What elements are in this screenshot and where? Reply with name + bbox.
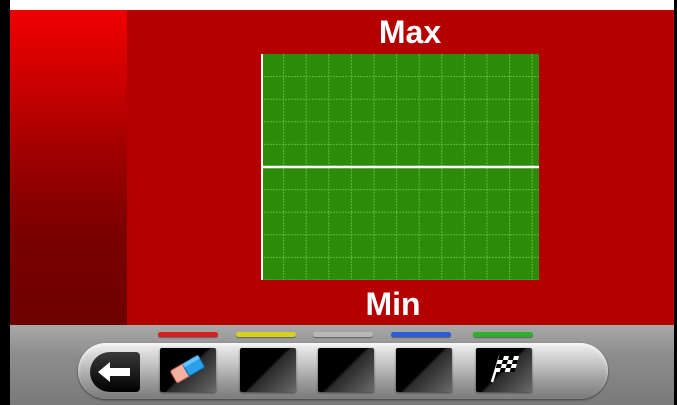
blank-button-3[interactable] xyxy=(396,348,452,392)
arrow-left-icon xyxy=(98,362,130,382)
erase-button[interactable] xyxy=(160,348,216,392)
blank-button-2[interactable] xyxy=(318,348,374,392)
eraser-icon xyxy=(170,355,205,383)
min-label: Min xyxy=(365,286,421,322)
signal-plot xyxy=(261,54,539,280)
blank-button-1[interactable] xyxy=(240,348,296,392)
back-button[interactable] xyxy=(90,352,140,392)
bottom-toolbar xyxy=(10,325,674,405)
checkered-flag-icon xyxy=(490,355,519,383)
top-strip xyxy=(10,0,674,10)
finish-button[interactable] xyxy=(476,348,532,392)
main-panel: Max Min xyxy=(10,10,674,325)
gray-indicator xyxy=(313,332,373,337)
red-indicator xyxy=(158,332,218,337)
blue-indicator xyxy=(391,332,451,337)
max-label: Max xyxy=(378,14,442,50)
yellow-indicator xyxy=(236,332,296,337)
green-indicator xyxy=(473,332,533,337)
side-gradient-panel xyxy=(10,10,127,325)
